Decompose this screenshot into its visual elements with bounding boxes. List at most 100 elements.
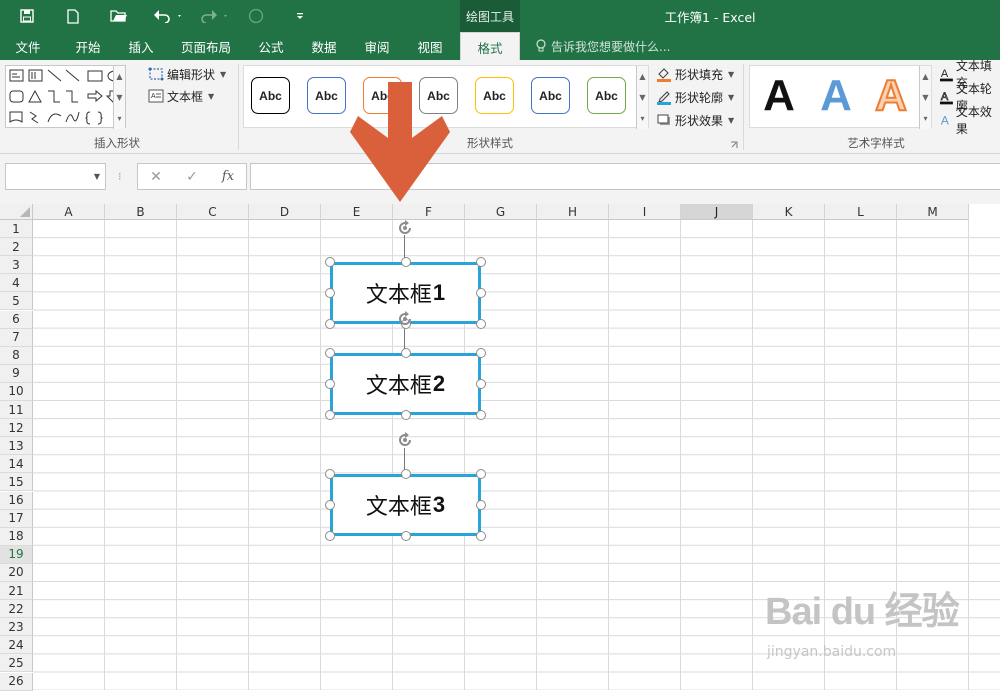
resize-handle[interactable] <box>476 257 486 267</box>
tab-home[interactable]: 开始 <box>62 32 114 60</box>
shape-effects-button[interactable]: 形状效果 ▼ <box>656 110 734 130</box>
row-header[interactable]: 4 <box>0 274 33 293</box>
row-header[interactable]: 22 <box>0 600 33 619</box>
resize-handle[interactable] <box>476 379 486 389</box>
gallery-more-icon[interactable]: ▾ <box>919 108 931 129</box>
tab-review[interactable]: 审阅 <box>352 32 402 60</box>
column-header[interactable]: F <box>393 204 465 220</box>
text-box-button[interactable]: A 文本框 ▼ <box>148 86 214 106</box>
tab-view[interactable]: 视图 <box>405 32 455 60</box>
resize-handle[interactable] <box>400 348 411 358</box>
wordart-styles-gallery[interactable]: A A A ▲ ▼ ▾ <box>749 65 932 129</box>
tell-me-search[interactable]: 告诉我您想要做什么... <box>535 32 670 60</box>
tab-file[interactable]: 文件 <box>4 32 52 60</box>
enter-icon[interactable]: ✓ <box>174 169 210 185</box>
shape-fill-button[interactable]: 形状填充 ▼ <box>656 64 734 84</box>
new-document-icon[interactable] <box>60 0 86 32</box>
edit-shape-button[interactable]: 编辑形状 ▼ <box>148 64 226 84</box>
row-header[interactable]: 12 <box>0 419 33 438</box>
row-header[interactable]: 20 <box>0 563 33 582</box>
open-folder-icon[interactable] <box>106 0 132 32</box>
resize-handle[interactable] <box>400 410 411 420</box>
wordart-sample-orange[interactable]: A <box>865 68 917 124</box>
resize-handle[interactable] <box>400 469 411 479</box>
shape-style-sample[interactable]: Abc <box>251 77 290 114</box>
resize-handle[interactable] <box>400 257 411 267</box>
column-header[interactable]: B <box>105 204 177 220</box>
row-header[interactable]: 24 <box>0 636 33 655</box>
row-header[interactable]: 21 <box>0 582 33 601</box>
row-header[interactable]: 6 <box>0 310 33 329</box>
gallery-down-icon[interactable]: ▼ <box>113 87 125 108</box>
gallery-up-icon[interactable]: ▲ <box>113 66 125 87</box>
row-header[interactable]: 26 <box>0 672 33 691</box>
wordart-sample-black[interactable]: A <box>753 68 805 124</box>
tab-data[interactable]: 数据 <box>299 32 349 60</box>
column-header[interactable]: C <box>177 204 249 220</box>
column-header[interactable]: G <box>465 204 537 220</box>
row-header[interactable]: 1 <box>0 220 33 239</box>
row-header[interactable]: 8 <box>0 346 33 365</box>
gallery-down-icon[interactable]: ▼ <box>636 87 648 108</box>
insert-function-icon[interactable]: fx <box>210 169 246 184</box>
column-header[interactable]: A <box>33 204 105 220</box>
row-header[interactable]: 23 <box>0 618 33 637</box>
row-header[interactable]: 15 <box>0 473 33 492</box>
tab-page-layout[interactable]: 页面布局 <box>172 32 240 60</box>
resize-handle[interactable] <box>476 531 486 541</box>
select-all-corner[interactable] <box>0 204 33 220</box>
resize-handle[interactable] <box>476 410 486 420</box>
save-icon[interactable] <box>14 0 40 32</box>
row-header[interactable]: 2 <box>0 238 33 257</box>
shape-style-sample[interactable]: Abc <box>307 77 346 114</box>
resize-handle[interactable] <box>325 319 335 329</box>
resize-handle[interactable] <box>325 469 335 479</box>
row-header[interactable]: 7 <box>0 328 33 347</box>
gallery-more-icon[interactable]: ▾ <box>636 108 648 129</box>
row-header[interactable]: 5 <box>0 292 33 311</box>
tab-insert[interactable]: 插入 <box>116 32 166 60</box>
shape-style-sample[interactable]: Abc <box>531 77 570 114</box>
row-header[interactable]: 3 <box>0 256 33 275</box>
tab-format[interactable]: 格式 <box>460 32 520 61</box>
customize-qat-icon[interactable] <box>287 0 313 32</box>
column-header[interactable]: D <box>249 204 321 220</box>
gallery-up-icon[interactable]: ▲ <box>636 66 648 87</box>
row-header[interactable]: 9 <box>0 364 33 383</box>
text-effects-button[interactable]: A 文本效果 <box>940 105 1000 136</box>
rotate-handle-icon[interactable] <box>396 431 414 449</box>
resize-handle[interactable] <box>325 531 335 541</box>
resize-handle[interactable] <box>325 348 335 358</box>
row-header[interactable]: 18 <box>0 527 33 546</box>
resize-handle[interactable] <box>325 257 335 267</box>
resize-handle[interactable] <box>325 410 335 420</box>
rotate-handle-icon[interactable] <box>396 219 414 237</box>
resize-handle[interactable] <box>476 319 486 329</box>
gallery-down-icon[interactable]: ▼ <box>919 87 931 108</box>
row-header[interactable]: 17 <box>0 509 33 528</box>
column-header[interactable]: J <box>681 204 753 220</box>
touch-mode-icon[interactable] <box>243 0 269 32</box>
row-header[interactable]: 16 <box>0 491 33 510</box>
row-header[interactable]: 13 <box>0 437 33 456</box>
column-header[interactable]: M <box>897 204 969 220</box>
column-header[interactable]: E <box>321 204 393 220</box>
text-box-2[interactable]: 文本框 2 <box>330 353 481 415</box>
dialog-launcher-icon[interactable] <box>730 139 738 151</box>
text-box-3[interactable]: 文本框 3 <box>330 474 481 536</box>
cancel-icon[interactable]: ✕ <box>138 169 174 185</box>
column-header[interactable]: I <box>609 204 681 220</box>
drag-handle-icon[interactable]: ⁝ <box>118 170 122 183</box>
name-box[interactable]: ▼ <box>5 163 106 190</box>
column-header[interactable]: L <box>825 204 897 220</box>
row-header[interactable]: 11 <box>0 401 33 420</box>
shape-style-sample[interactable]: Abc <box>587 77 626 114</box>
resize-handle[interactable] <box>325 500 335 510</box>
resize-handle[interactable] <box>476 500 486 510</box>
row-header[interactable]: 19 <box>0 545 33 564</box>
gallery-more-icon[interactable]: ▾ <box>113 108 125 129</box>
column-header[interactable]: K <box>753 204 825 220</box>
insert-shapes-gallery[interactable]: ▲ ▼ ▾ <box>5 65 126 129</box>
gallery-up-icon[interactable]: ▲ <box>919 66 931 87</box>
wordart-sample-blue[interactable]: A <box>810 68 862 124</box>
